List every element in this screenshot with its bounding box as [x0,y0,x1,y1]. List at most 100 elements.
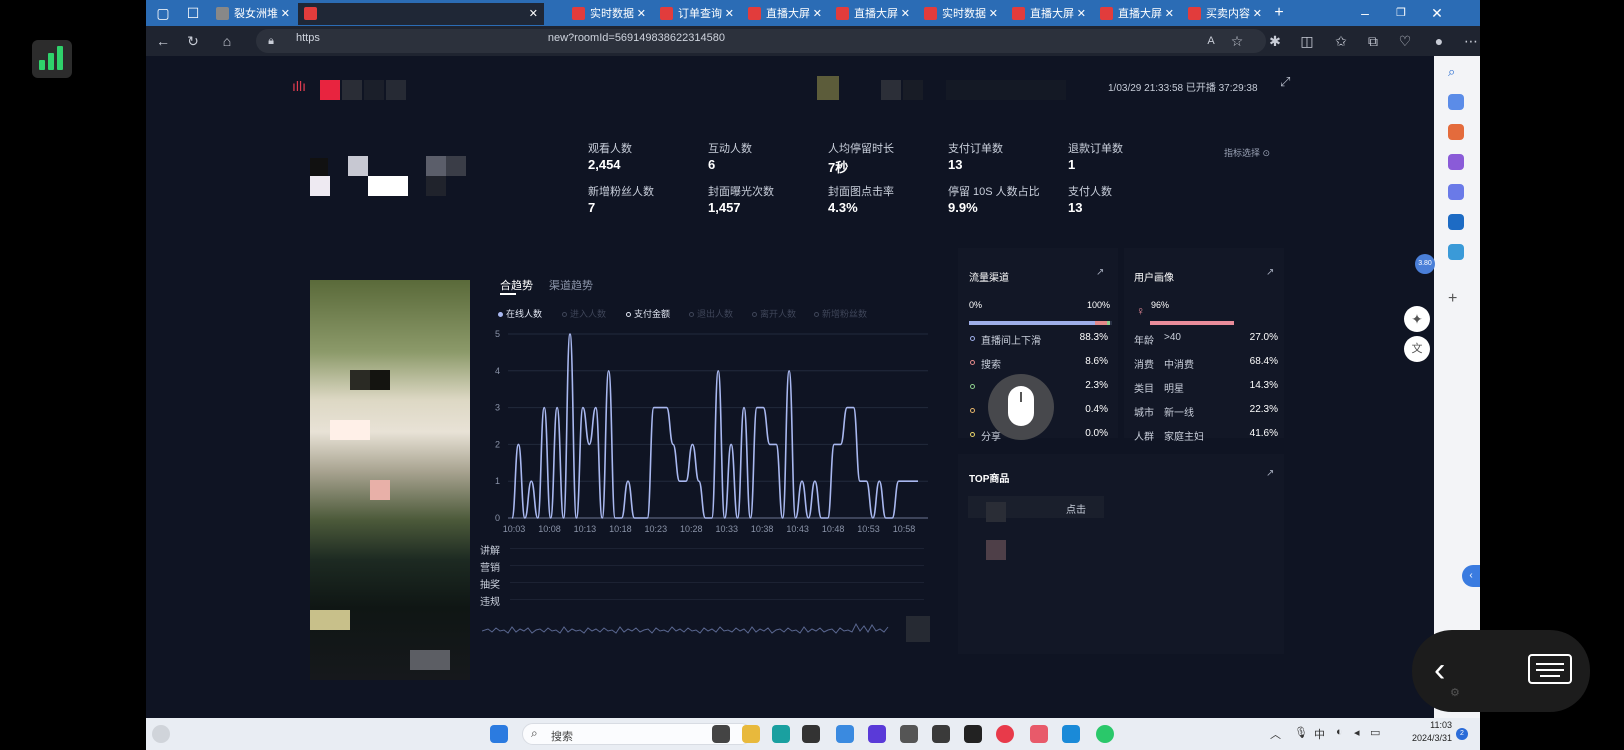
back-icon[interactable]: ← [154,32,172,50]
tab-overall-trend[interactable]: 合趋势 [500,277,533,293]
minimize-icon[interactable]: – [1356,4,1374,22]
restore-icon[interactable]: ❐ [1392,4,1410,22]
file-explorer-icon[interactable] [742,725,760,743]
collections-icon[interactable]: ⧉ [1364,32,1382,50]
search-icon[interactable]: ⌕ [1448,64,1455,80]
mouse-mode-button[interactable] [988,374,1054,440]
refresh-icon[interactable]: ↻ [184,32,202,50]
profile-icon[interactable]: ● [1430,32,1448,50]
tab-1[interactable]: 裂女洲堆 ✕ [210,3,296,25]
tab-4[interactable]: 订单查询 ✕ [654,3,740,25]
network-icon[interactable]: ◐ [1336,726,1343,738]
tab-10[interactable]: 买卖内容 ✕ [1182,3,1268,25]
legend-exit[interactable]: 退出人数 [689,307,733,320]
close-tab-icon[interactable]: ✕ [529,3,538,25]
close-tab-icon[interactable]: ✕ [901,3,910,25]
shopping-icon[interactable] [1448,94,1464,110]
split-screen-icon[interactable]: ◫ [1298,32,1316,50]
fullscreen-icon[interactable]: ⤢ [1280,74,1290,90]
favorite-icon[interactable]: ☆ [1228,32,1246,50]
close-tab-icon[interactable]: ✕ [1253,3,1262,25]
traffic-share-bar [969,321,1112,325]
add-sidebar-app-icon[interactable]: + [1448,290,1457,308]
wechat-icon[interactable] [1096,725,1114,743]
clock-date[interactable]: 2024/3/31 [1396,733,1452,743]
outlook-icon[interactable] [1448,214,1464,230]
ai-sparkle-icon[interactable]: ✦ [1404,306,1430,332]
top-products-col-header: 点击 [1066,505,1086,516]
new-tab-icon[interactable]: + [1270,4,1288,22]
volume-icon[interactable]: ◂ [1354,726,1360,739]
close-tab-icon[interactable]: ✕ [1077,3,1086,25]
designer-icon[interactable] [1448,244,1464,260]
battery-icon[interactable]: ▭ [1370,726,1380,739]
stat-label: 停留 10S 人数占比 [948,186,1040,198]
ime-indicator[interactable]: 中 [1314,726,1325,742]
tools-icon[interactable] [1448,124,1464,140]
legend-leave[interactable]: 离开人数 [752,307,796,320]
favorites-list-icon[interactable]: ✩ [1332,32,1350,50]
traffic-source-label: 直播间上下滑 [981,336,1041,347]
traffic-bar-min: 0% [969,300,983,310]
translate-icon[interactable]: 文 [1404,336,1430,362]
tab-6[interactable]: 直播大屏 ✕ [830,3,916,25]
close-window-icon[interactable]: ✕ [1428,4,1446,22]
brand-icon [660,7,673,20]
legend-enter[interactable]: 进入人数 [562,307,606,320]
keyboard-icon[interactable] [1528,654,1572,684]
close-tab-icon[interactable]: ✕ [1165,3,1174,25]
browser-essentials-icon[interactable]: ♡ [1396,32,1414,50]
start-icon[interactable] [490,725,508,743]
widgets-icon[interactable] [152,725,170,743]
app-icon[interactable] [964,725,982,743]
tab-5[interactable]: 直播大屏 ✕ [742,3,828,25]
close-tab-icon[interactable]: ✕ [989,3,998,25]
tab-3[interactable]: 实时数据 ✕ [566,3,652,25]
tab-9[interactable]: 直播大屏 ✕ [1094,3,1180,25]
tab-8[interactable]: 直播大屏 ✕ [1006,3,1092,25]
app-icon[interactable] [1030,725,1048,743]
tab-2[interactable]: ✕ [298,3,544,25]
app-icon[interactable] [932,725,950,743]
app-icon[interactable] [996,725,1014,743]
extensions-icon[interactable]: ✱ [1266,32,1284,50]
games-icon[interactable] [1448,154,1464,170]
tab-7[interactable]: 实时数据 ✕ [918,3,1004,25]
legend-online[interactable]: 在线人数 [498,307,542,320]
timeline-scrubber[interactable] [482,612,908,646]
tab-channel-trend[interactable]: 渠道趋势 [549,277,593,293]
edge-icon[interactable] [772,725,790,743]
gear-icon[interactable]: ⚙ [1450,686,1460,699]
timeline-handle[interactable] [906,616,930,642]
task-view-icon[interactable] [712,725,730,743]
close-tab-icon[interactable]: ✕ [281,3,290,25]
app-icon[interactable] [1062,725,1080,743]
microphone-icon[interactable]: 🎙︎ [1294,726,1308,739]
close-tab-icon[interactable]: ✕ [637,3,646,25]
clock-time[interactable]: 11:03 [1408,720,1452,730]
close-tab-icon[interactable]: ✕ [725,3,734,25]
app-icon[interactable] [802,725,820,743]
back-chevron-icon[interactable]: ‹ [1434,650,1445,690]
lock-icon[interactable]: 🔒︎ [262,32,280,50]
top-products-expand-icon[interactable]: ↗ [1266,468,1274,479]
close-tab-icon[interactable]: ✕ [813,3,822,25]
more-menu-icon[interactable]: ⋯ [1462,32,1480,50]
legend-pay-amount[interactable]: 支付金额 [626,307,670,320]
tab-list-icon[interactable]: ☐ [184,4,202,22]
home-icon[interactable]: ⌂ [218,32,236,50]
workspaces-icon[interactable]: ▢ [154,4,172,22]
collapse-panel-icon[interactable]: ‹ [1462,565,1480,587]
legend-new-fans[interactable]: 新增粉丝数 [814,307,867,320]
metrics-select-button[interactable]: 指标选择 ⊙ [1224,146,1270,159]
app-icon[interactable] [836,725,854,743]
app-icon[interactable] [868,725,886,743]
speed-badge[interactable]: 3.80 [1415,254,1435,274]
read-aloud-icon[interactable]: A [1202,32,1220,50]
copilot-icon[interactable] [1448,184,1464,200]
chevron-up-icon[interactable]: ︿ [1270,726,1281,742]
audience-expand-icon[interactable]: ↗ [1266,267,1274,278]
settings-icon[interactable] [900,725,918,743]
traffic-expand-icon[interactable]: ↗ [1096,267,1104,278]
notification-badge[interactable]: 2 [1456,728,1468,740]
